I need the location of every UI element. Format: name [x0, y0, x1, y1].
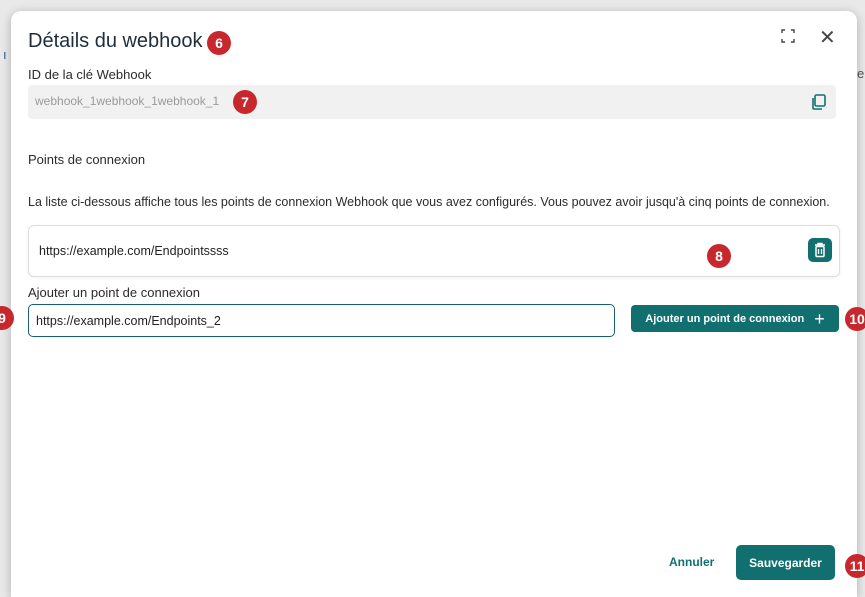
annotation-badge: 6 — [207, 31, 231, 55]
trash-icon — [815, 242, 825, 258]
webhook-key-field: webhook_1webhook_1webhook_1 — [28, 85, 836, 119]
webhook-details-dialog: Détails du webhook ✕ ID de la clé Webhoo… — [11, 11, 857, 597]
background-fragment: e — [857, 66, 865, 81]
expand-icon[interactable] — [781, 28, 795, 48]
endpoints-section-label: Points de connexion — [28, 152, 146, 167]
add-endpoint-button[interactable]: Ajouter un point de connexion + — [631, 305, 839, 332]
copy-icon[interactable] — [810, 93, 828, 111]
webhook-key-label: ID de la clé Webhook — [28, 67, 152, 82]
background-fragment: ı — [3, 47, 7, 62]
endpoint-url: https://example.com/Endpointssss — [39, 244, 229, 258]
plus-icon: + — [814, 308, 825, 329]
endpoints-description: La liste ci-dessous affiche tous les poi… — [28, 195, 830, 209]
annotation-badge: 7 — [233, 90, 257, 114]
endpoint-url-input[interactable] — [28, 304, 615, 337]
dialog-title: Détails du webhook — [28, 30, 203, 52]
cancel-button[interactable]: Annuler — [663, 554, 720, 570]
delete-endpoint-button[interactable] — [808, 238, 832, 262]
webhook-key-value: webhook_1webhook_1webhook_1 — [35, 94, 220, 108]
annotation-badge: 8 — [707, 244, 731, 268]
expand-icon-graphic — [781, 29, 795, 43]
add-endpoint-button-label: Ajouter un point de connexion — [645, 312, 805, 325]
annotation-badge: 11 — [845, 554, 865, 578]
close-icon[interactable]: ✕ — [819, 28, 836, 48]
add-endpoint-label: Ajouter un point de connexion — [28, 285, 201, 300]
save-button[interactable]: Sauvegarder — [736, 545, 835, 580]
annotation-badge: 10 — [845, 307, 865, 331]
